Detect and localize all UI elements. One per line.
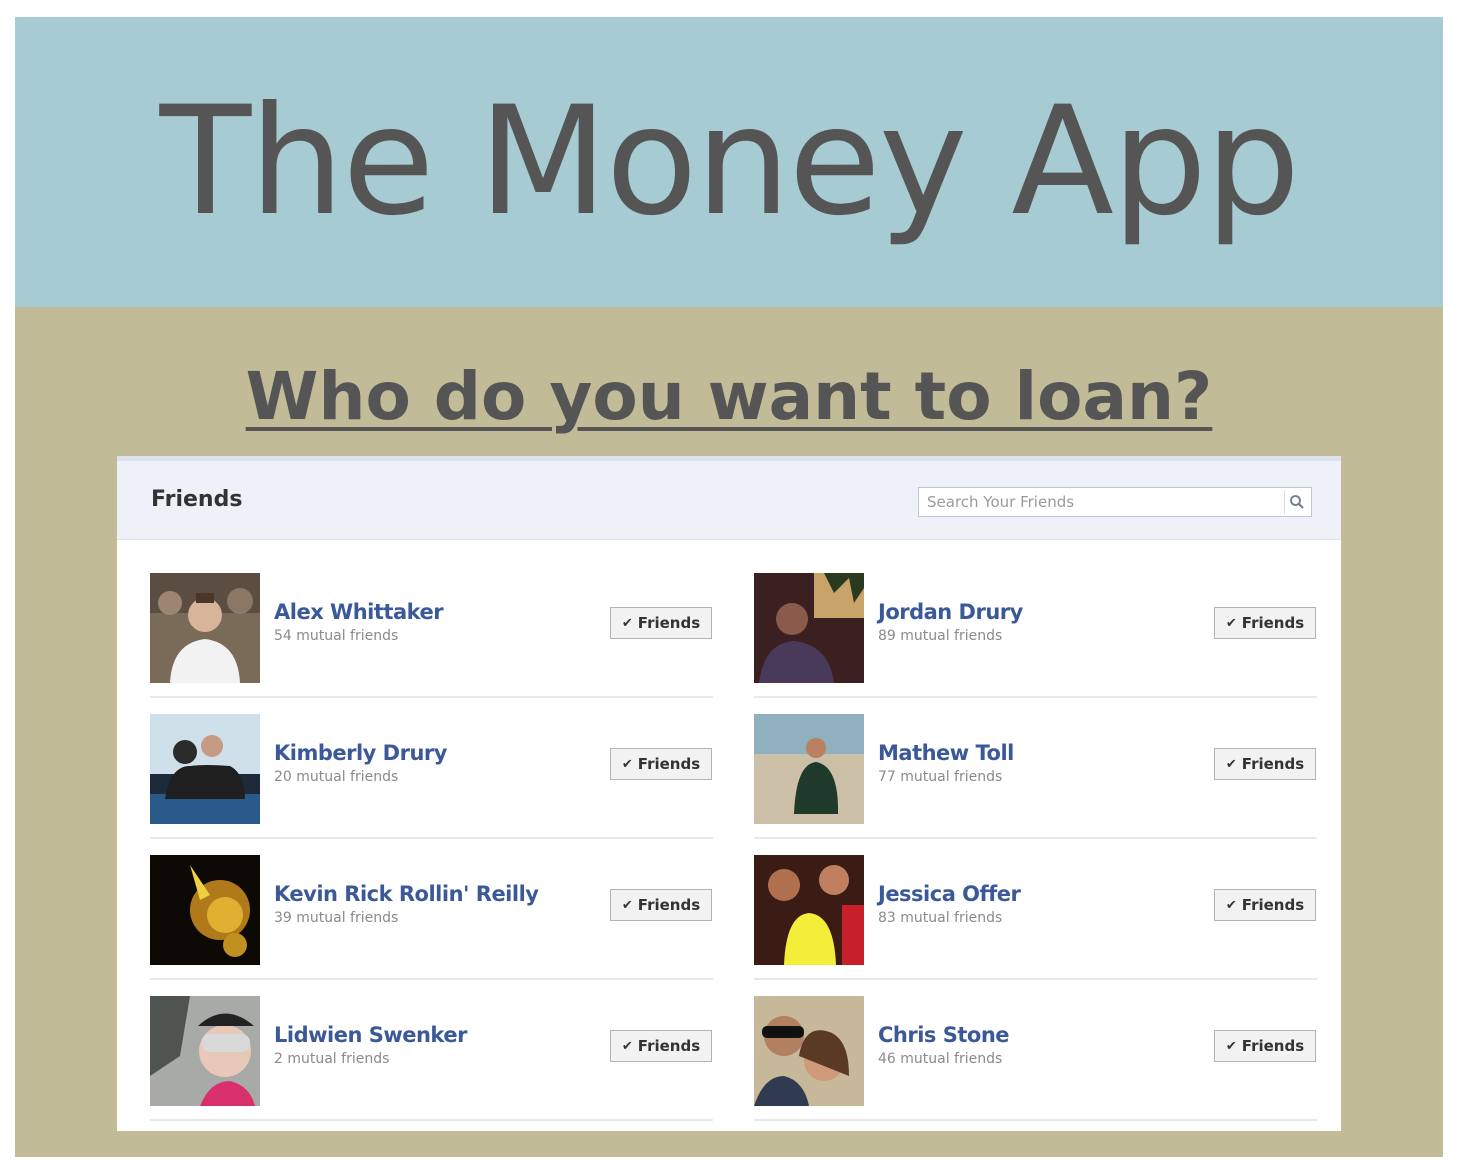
- friends-button-label: Friends: [637, 1037, 701, 1055]
- checkmark-icon: ✔: [621, 1038, 633, 1054]
- magnifier-icon: [1290, 495, 1304, 509]
- friend-name-link[interactable]: Chris Stone: [878, 1023, 1010, 1047]
- friends-button[interactable]: ✔ Friends: [1214, 889, 1316, 921]
- avatar[interactable]: [150, 573, 260, 683]
- mutual-friends-count: 39 mutual friends: [274, 910, 399, 926]
- friend-name-link[interactable]: Mathew Toll: [878, 741, 1014, 765]
- search-box: [918, 487, 1312, 517]
- title-band: The Money App: [15, 17, 1443, 307]
- friend-name-link[interactable]: Kevin Rick Rollin' Reilly: [274, 882, 539, 906]
- search-friends-input[interactable]: [919, 488, 1279, 516]
- friend-name-link[interactable]: Kimberly Drury: [274, 741, 447, 765]
- mutual-friends-count: 89 mutual friends: [878, 628, 1003, 644]
- checkmark-icon: ✔: [1225, 615, 1237, 631]
- friends-panel: Friends Search Your Friends Alex Whittak…: [117, 456, 1341, 1131]
- friend-item: Jessica Offer 83 mutual friends ✔ Friend…: [754, 839, 1317, 980]
- friend-item: Jordan Drury 89 mutual friends ✔ Friends: [754, 557, 1317, 698]
- friend-item: Kimberly Drury 20 mutual friends ✔ Frien…: [150, 698, 713, 839]
- friends-button[interactable]: ✔ Friends: [610, 748, 712, 780]
- mutual-friends-count: 20 mutual friends: [274, 769, 399, 785]
- avatar[interactable]: [150, 714, 260, 824]
- search-button[interactable]: [1284, 490, 1309, 514]
- friend-item: Alex Whittaker 54 mutual friends ✔ Frien…: [150, 557, 713, 698]
- friends-button[interactable]: ✔ Friends: [1214, 1030, 1316, 1062]
- mutual-friends-count: 46 mutual friends: [878, 1051, 1003, 1067]
- friends-button[interactable]: ✔ Friends: [610, 1030, 712, 1062]
- friends-button-label: Friends: [1241, 896, 1305, 914]
- friend-name-link[interactable]: Alex Whittaker: [274, 600, 444, 624]
- checkmark-icon: ✔: [1225, 897, 1237, 913]
- friend-name-link[interactable]: Jessica Offer: [878, 882, 1021, 906]
- mutual-friends-count: 77 mutual friends: [878, 769, 1003, 785]
- friends-button[interactable]: ✔ Friends: [1214, 748, 1316, 780]
- checkmark-icon: ✔: [1225, 1038, 1237, 1054]
- friends-button[interactable]: ✔ Friends: [610, 889, 712, 921]
- friends-button[interactable]: ✔ Friends: [610, 607, 712, 639]
- avatar[interactable]: [754, 996, 864, 1106]
- checkmark-icon: ✔: [1225, 756, 1237, 772]
- avatar[interactable]: [754, 855, 864, 965]
- friends-button-label: Friends: [1241, 755, 1305, 773]
- slide-subtitle: Who do you want to loan?: [245, 358, 1213, 435]
- avatar[interactable]: [150, 996, 260, 1106]
- mutual-friends-count: 54 mutual friends: [274, 628, 399, 644]
- friend-item: Mathew Toll 77 mutual friends ✔ Friends: [754, 698, 1317, 839]
- friends-button-label: Friends: [637, 614, 701, 632]
- avatar[interactable]: [150, 855, 260, 965]
- avatar[interactable]: [754, 573, 864, 683]
- friends-button-label: Friends: [637, 896, 701, 914]
- friend-item: Kevin Rick Rollin' Reilly 39 mutual frie…: [150, 839, 713, 980]
- friends-button-label: Friends: [1241, 614, 1305, 632]
- friends-header-title: Friends: [151, 487, 243, 512]
- mutual-friends-count: 83 mutual friends: [878, 910, 1003, 926]
- checkmark-icon: ✔: [621, 897, 633, 913]
- friends-header: Friends: [117, 461, 1341, 540]
- friend-item: Lidwien Swenker 2 mutual friends ✔ Frien…: [150, 980, 713, 1121]
- slide: The Money App Who do you want to loan? F…: [15, 17, 1443, 1157]
- friends-button[interactable]: ✔ Friends: [1214, 607, 1316, 639]
- avatar[interactable]: [754, 714, 864, 824]
- friend-name-link[interactable]: Lidwien Swenker: [274, 1023, 467, 1047]
- checkmark-icon: ✔: [621, 615, 633, 631]
- slide-title: The Money App: [159, 75, 1301, 249]
- mutual-friends-count: 2 mutual friends: [274, 1051, 390, 1067]
- checkmark-icon: ✔: [621, 756, 633, 772]
- friend-name-link[interactable]: Jordan Drury: [878, 600, 1023, 624]
- friend-item: Chris Stone 46 mutual friends ✔ Friends: [754, 980, 1317, 1121]
- friends-button-label: Friends: [1241, 1037, 1305, 1055]
- friends-button-label: Friends: [637, 755, 701, 773]
